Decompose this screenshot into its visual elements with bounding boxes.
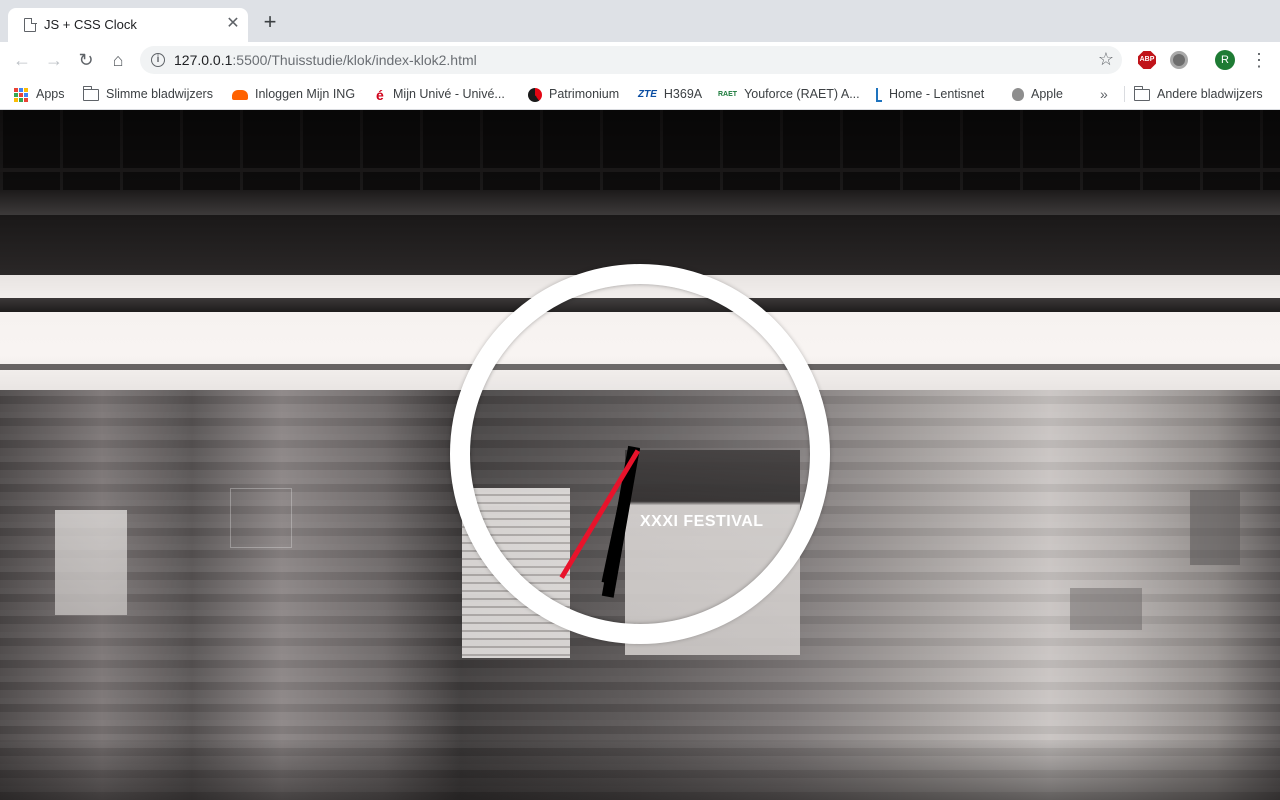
back-arrow-icon[interactable]: ← [10,48,34,72]
url-text[interactable]: 127.0.0.1:5500/Thuisstudie/klok/index-kl… [174,52,477,68]
adblock-plus-icon[interactable]: ABP [1138,51,1156,69]
page-icon [24,17,37,32]
bookmark-other-folder[interactable]: Andere bladwijzers [1133,84,1263,104]
background-poster-small [1070,588,1142,630]
page-content: XXXI FESTIVAL [0,110,1280,800]
patrimonium-icon [528,87,542,102]
unive-icon: é [376,86,384,103]
bookmark-ing[interactable]: Inloggen Mijn ING [232,84,355,104]
background-floor-shadow [0,740,1280,800]
background-beam [0,190,1280,215]
bookmarks-overflow-chevron-icon[interactable]: » [1100,84,1108,104]
apple-icon [1012,88,1024,102]
ing-lion-icon [232,89,248,100]
background-poster-right [1190,490,1240,565]
bookmark-label: Inloggen Mijn ING [255,87,356,101]
bookmark-label: Mijn Univé - Univé... [393,87,505,101]
tab-close-icon[interactable]: ✕ [224,15,242,33]
site-info-icon[interactable]: i [151,53,165,67]
bookmark-apple[interactable]: Apple [1012,84,1063,104]
lentis-icon [876,87,882,102]
tab-active[interactable]: JS + CSS Clock ✕ [8,8,248,42]
background-poster-left [55,510,127,615]
address-bar[interactable]: i 127.0.0.1:5500/Thuisstudie/klok/index-… [140,46,1122,74]
bookmark-youforce[interactable]: RAET Youforce (RAET) A... [718,84,860,104]
tab-title: JS + CSS Clock [44,17,137,32]
bookmark-slimme-bladwijzers[interactable]: Slimme bladwijzers [82,84,213,104]
tab-strip: JS + CSS Clock ✕ + [0,0,1280,42]
bookmark-star-icon[interactable]: ☆ [1098,49,1114,70]
bookmark-h369a[interactable]: ZTE H369A [638,84,702,104]
bookmark-label: Andere bladwijzers [1157,87,1263,101]
folder-icon [1133,85,1150,101]
profile-avatar[interactable]: R [1215,50,1235,70]
bookmark-patrimonium[interactable]: Patrimonium [528,84,619,104]
bookmark-unive[interactable]: é Mijn Univé - Univé... [376,84,505,104]
bookmark-lentisnet[interactable]: Home - Lentisnet [876,84,984,104]
folder-icon [82,85,99,101]
bookmark-label: Slimme bladwijzers [106,87,213,101]
bookmarks-bar: Apps Slimme bladwijzers Inloggen Mijn IN… [0,78,1280,110]
bookmark-label: Youforce (RAET) A... [744,87,860,101]
bookmark-label: Apps [36,87,65,101]
bookmark-label: Patrimonium [549,87,620,101]
bookmark-apps[interactable]: Apps [14,84,65,104]
reload-icon[interactable]: ↻ [74,48,98,72]
browser-toolbar: ← → ↻ ⌂ i 127.0.0.1:5500/Thuisstudie/klo… [0,42,1280,78]
clock-face [470,284,810,624]
bookmark-label: Apple [1031,87,1063,101]
apps-grid-icon [14,87,28,102]
new-tab-button[interactable]: + [260,11,280,33]
minute-hand [601,446,640,584]
more-menu-icon[interactable]: ⋮ [1250,48,1268,72]
raet-icon: RAET [718,90,738,98]
analog-clock [450,264,830,644]
url-host: 127.0.0.1 [174,52,233,68]
background-sign [230,488,292,548]
bookmark-label: Home - Lentisnet [889,87,985,101]
url-path: :5500/Thuisstudie/klok/index-klok2.html [232,52,477,68]
home-icon[interactable]: ⌂ [106,48,130,72]
bookmark-label: H369A [663,87,703,101]
zte-icon: ZTE [638,88,657,100]
bookmarks-divider [1124,86,1125,102]
forward-arrow-icon[interactable]: → [42,48,66,72]
film-reel-extension-icon[interactable] [1170,51,1188,69]
